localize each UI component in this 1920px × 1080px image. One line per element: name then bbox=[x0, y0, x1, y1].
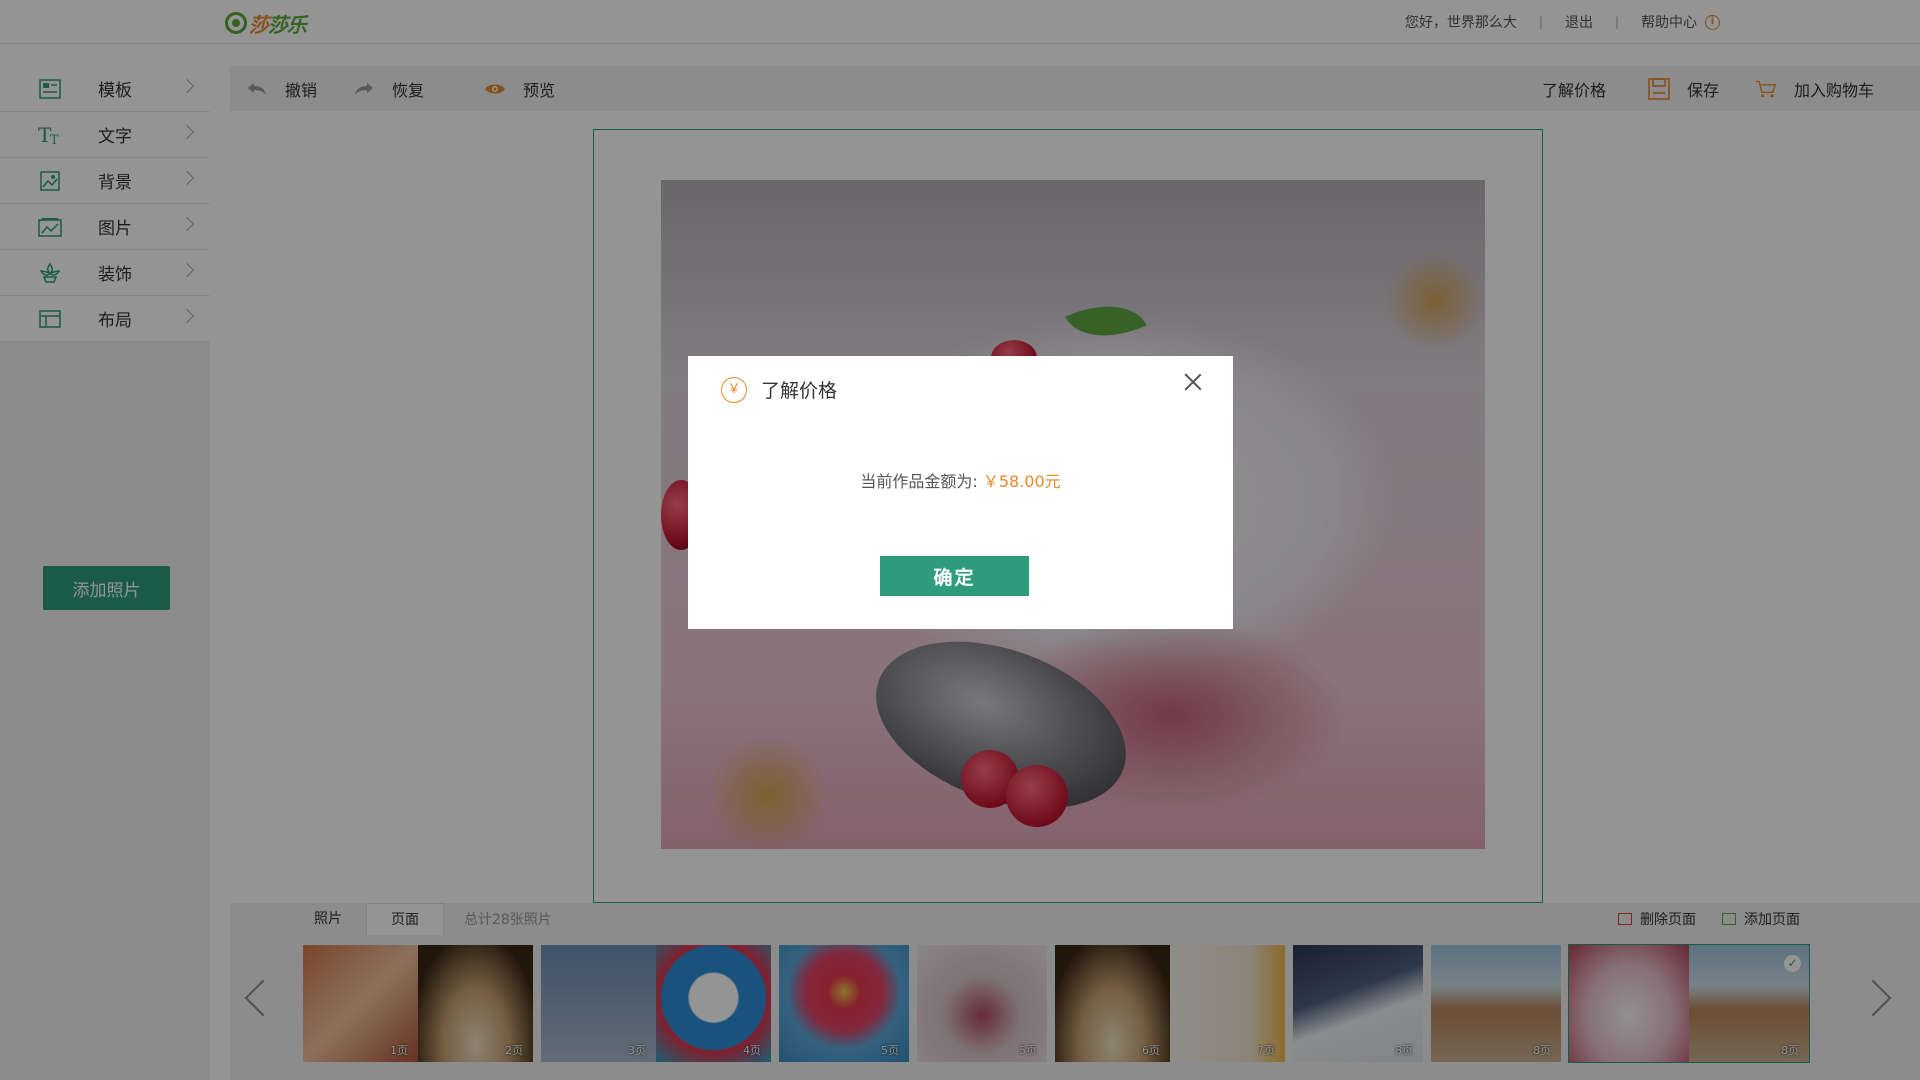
dialog-message: 当前作品金额为: ￥58.00元 bbox=[688, 468, 1233, 492]
amount-label: 当前作品金额为: bbox=[860, 472, 978, 491]
price-dialog: ￥ 了解价格 当前作品金额为: ￥58.00元 确定 bbox=[688, 356, 1233, 629]
dialog-title: 了解价格 bbox=[761, 380, 838, 402]
confirm-button[interactable]: 确定 bbox=[880, 556, 1029, 596]
amount-value: ￥58.00元 bbox=[982, 472, 1061, 491]
dialog-header: ￥ 了解价格 bbox=[721, 376, 837, 403]
close-icon[interactable] bbox=[1181, 370, 1205, 394]
yen-icon: ￥ bbox=[721, 376, 747, 403]
